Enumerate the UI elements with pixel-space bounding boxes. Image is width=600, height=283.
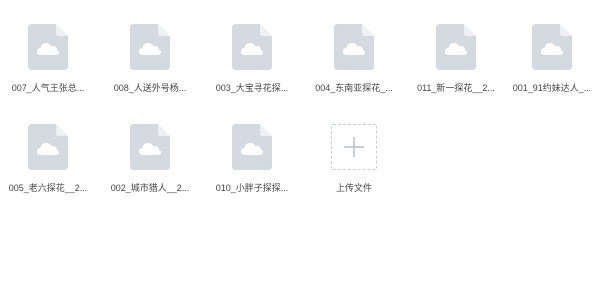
file-name: 001_91约妹达人_...	[512, 83, 592, 93]
file-item[interactable]: 007_人气王张总...	[0, 24, 96, 104]
file-item[interactable]: 008_人送外号杨...	[102, 24, 198, 104]
file-item[interactable]: 010_小胖子探探...	[204, 124, 300, 204]
cloud-file-icon	[28, 24, 68, 70]
file-item[interactable]: 001_91约妹达人_...	[504, 24, 600, 104]
file-item[interactable]: 002_城市猎人__2...	[102, 124, 198, 204]
file-name: 005_老六探花__2...	[8, 183, 88, 193]
file-name: 010_小胖子探探...	[215, 183, 289, 193]
cloud-file-icon	[28, 124, 68, 170]
file-name: 007_人气王张总...	[11, 83, 85, 93]
cloud-file-icon	[532, 24, 572, 70]
cloud-file-icon	[232, 24, 272, 70]
plus-icon	[331, 124, 377, 170]
cloud-file-icon	[436, 24, 476, 70]
file-item[interactable]: 005_老六探花__2...	[0, 124, 96, 204]
file-name: 011_新一探花__2...	[417, 83, 495, 93]
file-grid: 007_人气王张总... 008_人送外号杨... 003_大宝寻花探... 0…	[0, 0, 600, 283]
upload-label: 上传文件	[335, 183, 372, 193]
upload-file-button[interactable]: 上传文件	[306, 124, 402, 204]
cloud-file-icon	[130, 124, 170, 170]
file-name: 008_人送外号杨...	[113, 83, 187, 93]
cloud-file-icon	[130, 24, 170, 70]
file-item[interactable]: 011_新一探花__2...	[408, 24, 504, 104]
file-name: 003_大宝寻花探...	[215, 83, 289, 93]
cloud-file-icon	[232, 124, 272, 170]
file-item[interactable]: 004_东南亚探花_...	[306, 24, 402, 104]
file-item[interactable]: 003_大宝寻花探...	[204, 24, 300, 104]
file-name: 004_东南亚探花_...	[315, 83, 393, 93]
file-name: 002_城市猎人__2...	[110, 183, 190, 193]
cloud-file-icon	[334, 24, 374, 70]
